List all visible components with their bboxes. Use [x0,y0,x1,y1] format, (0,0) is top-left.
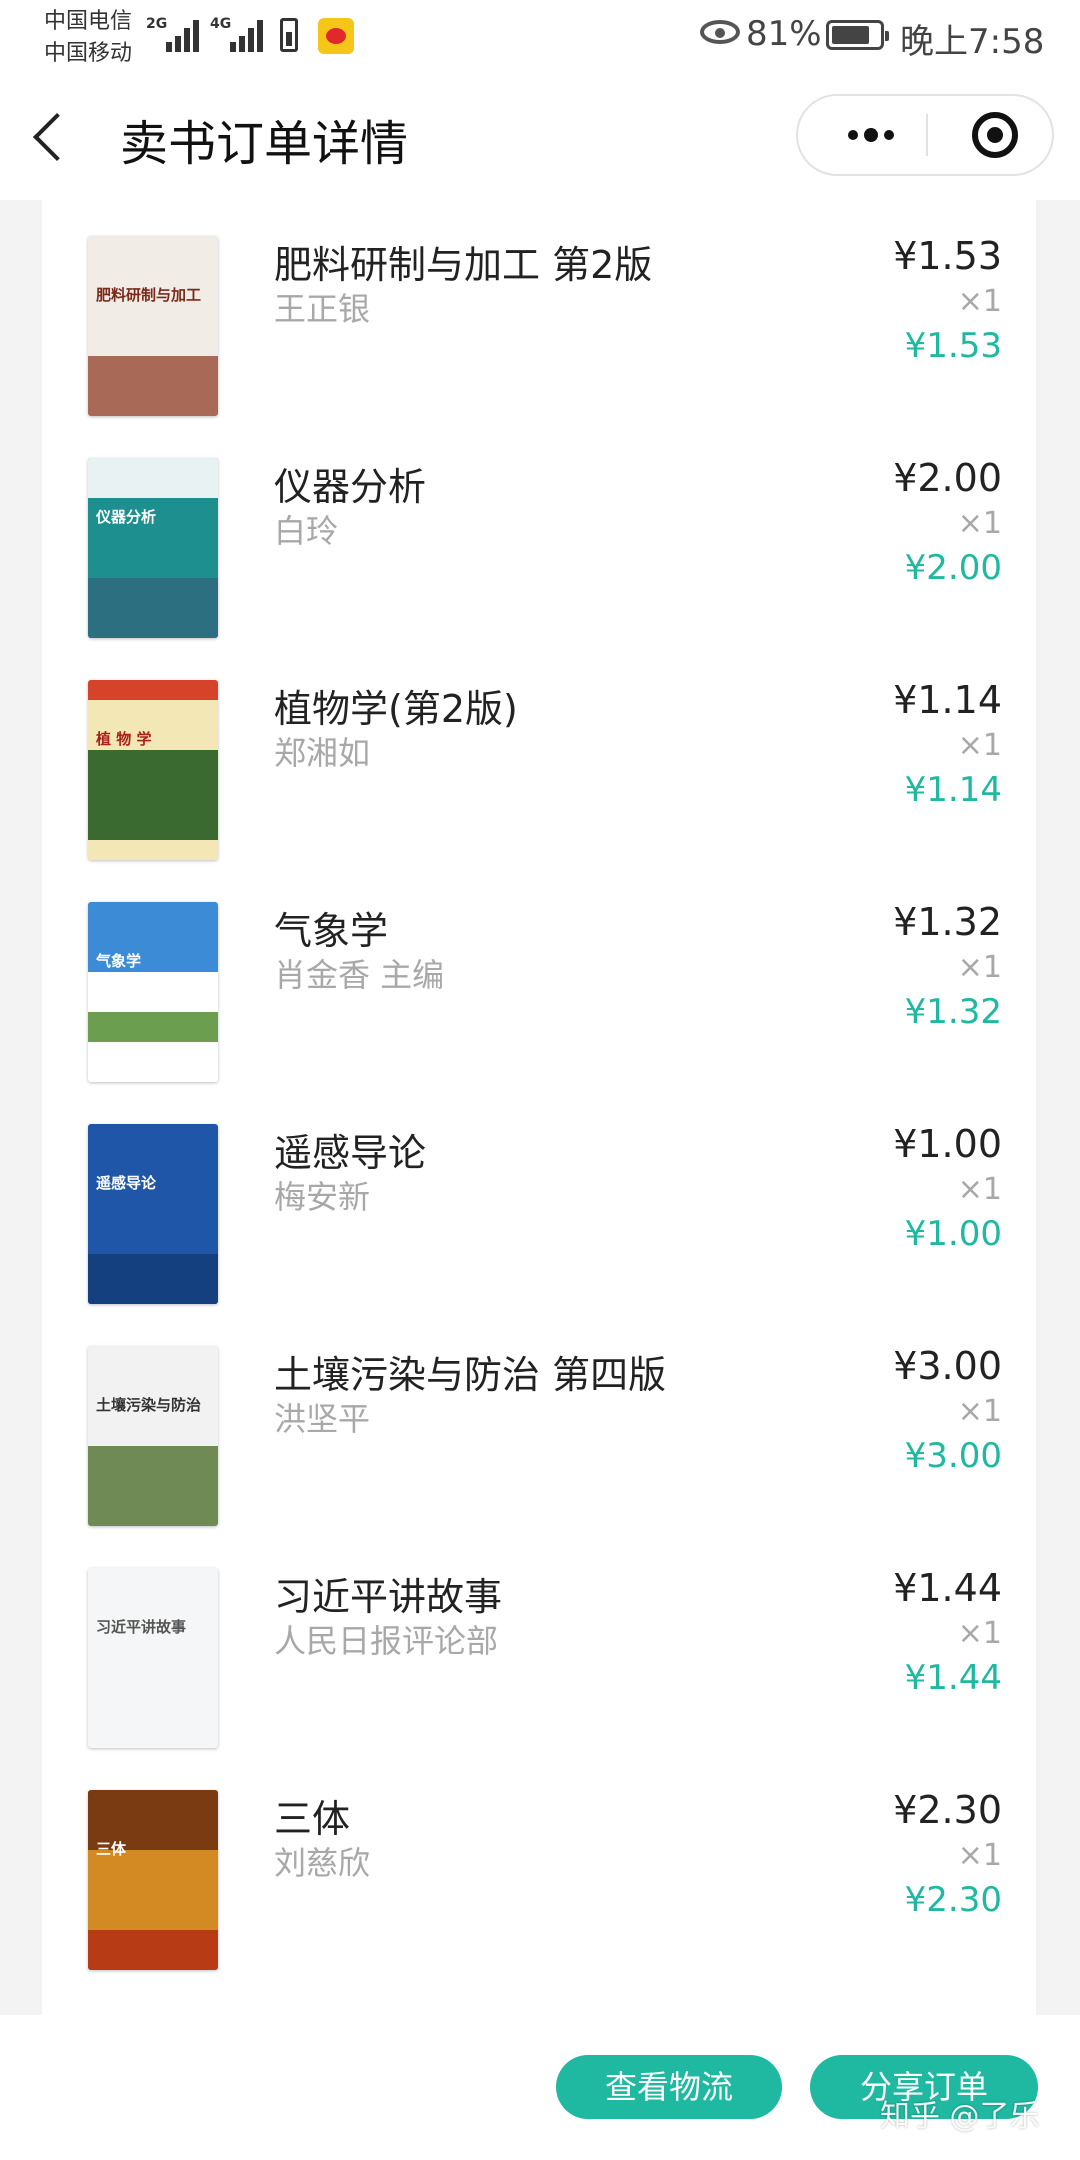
book-author: 王正银 [274,290,371,328]
order-item[interactable]: 植 物 学 植物学(第2版) 郑湘如 ¥1.14 ×1 ¥1.14 [42,644,1036,866]
book-cover-image: 三体 [88,1790,218,1970]
page-title: 卖书订单详情 [120,116,409,172]
subtotal: ¥2.00 [904,548,1002,588]
battery-percent: 81% [746,14,822,54]
cover-title: 遥感导论 [96,1174,157,1192]
cover-art [88,1930,218,1970]
book-title: 习近平讲故事 [274,1575,503,1619]
book-author: 白玲 [274,512,339,550]
order-item[interactable]: 三体 三体 刘慈欣 ¥2.30 ×1 ¥2.30 [42,1754,1036,1976]
subtotal: ¥1.53 [904,326,1002,366]
order-item[interactable]: 土壤污染与防治 土壤污染与防治 第四版 洪坚平 ¥3.00 ×1 ¥3.00 [42,1310,1036,1532]
watermark: 知乎 @了乐 [880,2099,1040,2134]
eye-icon [700,20,740,44]
book-title: 气象学 [274,909,389,953]
book-title: 三体 [274,1797,351,1841]
order-item-list: 肥料研制与加工 肥料研制与加工 第2版 王正银 ¥1.53 ×1 ¥1.53 仪器分析 仪器分… [42,200,1036,2015]
quantity: ×1 [957,728,1002,763]
book-cover-image: 仪器分析 [88,458,218,638]
subtotal: ¥1.00 [904,1214,1002,1254]
quantity: ×1 [957,950,1002,985]
unit-price: ¥1.00 [893,1122,1002,1166]
quantity: ×1 [957,1838,1002,1873]
weibo-icon [318,18,354,54]
carrier-1: 中国电信 [44,9,133,34]
order-item[interactable]: 习近平讲故事 习近平讲故事 人民日报评论部 ¥1.44 ×1 ¥1.44 [42,1532,1036,1754]
cover-art [88,1012,218,1042]
quantity: ×1 [957,1616,1002,1651]
unit-price: ¥2.00 [893,456,1002,500]
nav-bar: 卖书订单详情 [0,70,1080,200]
battery-icon [826,20,889,50]
book-cover-image: 肥料研制与加工 [88,236,218,416]
cover-art [88,458,218,498]
book-title: 仪器分析 [274,465,427,509]
book-title: 遥感导论 [274,1131,427,1175]
unit-price: ¥1.32 [893,900,1002,944]
cover-title: 三体 [96,1840,127,1858]
book-author: 郑湘如 [274,734,371,772]
clock: 晚上7:58 [900,22,1045,62]
book-cover-image: 植 物 学 [88,680,218,860]
cover-title: 习近平讲故事 [96,1618,187,1636]
cover-art [88,680,218,700]
carrier-names: 中国电信 中国移动 [44,6,132,70]
cover-art [88,1254,218,1304]
unit-price: ¥3.00 [893,1344,1002,1388]
target-close-icon[interactable] [972,112,1018,158]
unit-price: ¥2.30 [893,1788,1002,1832]
subtotal: ¥2.30 [904,1880,1002,1920]
quantity: ×1 [957,1394,1002,1429]
view-logistics-button[interactable]: 查看物流 [556,2055,782,2119]
book-cover-image: 习近平讲故事 [88,1568,218,1748]
order-item[interactable]: 遥感导论 遥感导论 梅安新 ¥1.00 ×1 ¥1.00 [42,1088,1036,1310]
network-type-2: 4G [210,16,232,32]
back-chevron-icon[interactable] [32,112,82,162]
book-title: 植物学(第2版) [274,687,518,731]
book-author: 梅安新 [274,1178,371,1216]
cover-title: 肥料研制与加工 [96,286,202,304]
cover-title: 仪器分析 [96,508,157,526]
cover-art [88,750,218,840]
quantity: ×1 [957,284,1002,319]
network-type-1: 2G [146,16,168,32]
subtotal: ¥3.00 [904,1436,1002,1476]
more-dots-icon[interactable] [826,96,918,174]
unit-price: ¥1.53 [893,234,1002,278]
mini-program-capsule [796,94,1054,176]
quantity: ×1 [957,506,1002,541]
subtotal: ¥1.14 [904,770,1002,810]
bottom-action-bar: 查看物流 分享订单 知乎 @了乐 [0,2015,1080,2160]
carrier-2: 中国移动 [44,41,133,66]
order-item[interactable]: 肥料研制与加工 肥料研制与加工 第2版 王正银 ¥1.53 ×1 ¥1.53 [42,200,1036,422]
book-cover-image: 气象学 [88,902,218,1082]
capsule-divider [926,114,928,156]
cover-art [88,1446,218,1526]
book-author: 肖金香 主编 [274,956,445,994]
book-author: 人民日报评论部 [274,1622,499,1660]
book-author: 洪坚平 [274,1400,371,1438]
battery-saver-icon [280,18,298,52]
unit-price: ¥1.14 [893,678,1002,722]
book-cover-image: 遥感导论 [88,1124,218,1304]
cover-art [88,356,218,416]
unit-price: ¥1.44 [893,1566,1002,1610]
cover-title: 植 物 学 [96,730,152,748]
book-title: 土壤污染与防治 第四版 [274,1353,667,1397]
book-cover-image: 土壤污染与防治 [88,1346,218,1526]
subtotal: ¥1.44 [904,1658,1002,1698]
book-title: 肥料研制与加工 第2版 [274,243,653,287]
cover-title: 气象学 [96,952,142,970]
book-author: 刘慈欣 [274,1844,371,1882]
order-item[interactable]: 仪器分析 仪器分析 白玲 ¥2.00 ×1 ¥2.00 [42,422,1036,644]
cover-title: 土壤污染与防治 [96,1396,202,1414]
status-bar: 中国电信 中国移动 2G 4G 81% 晚上7:58 [0,0,1080,70]
cover-art [88,578,218,638]
order-item[interactable]: 气象学 气象学 肖金香 主编 ¥1.32 ×1 ¥1.32 [42,866,1036,1088]
subtotal: ¥1.32 [904,992,1002,1032]
quantity: ×1 [957,1172,1002,1207]
